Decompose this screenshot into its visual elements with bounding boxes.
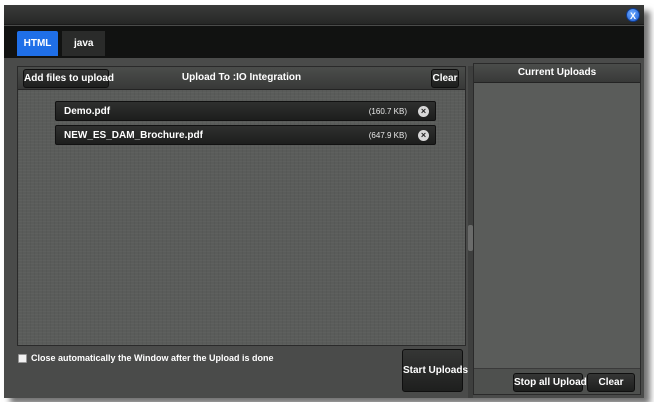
- current-uploads-title: Current Uploads: [517, 67, 597, 78]
- current-uploads-footer: Stop all Uploads Clear: [474, 368, 640, 394]
- close-icon[interactable]: X: [626, 8, 640, 22]
- title-bar: X: [4, 5, 644, 25]
- start-uploads-button[interactable]: Start Uploads: [402, 349, 468, 392]
- upload-panel-header: Upload To :IO Integration Add files to u…: [18, 67, 465, 90]
- file-size: (160.7 KB): [368, 107, 407, 116]
- auto-close-label: Close automatically the Window after the…: [31, 353, 274, 363]
- current-uploads-panel: Current Uploads Stop all Uploads Clear: [473, 63, 641, 395]
- file-size: (647.9 KB): [368, 131, 407, 140]
- add-files-button[interactable]: Add files to upload: [23, 69, 114, 88]
- file-name: Demo.pdf: [64, 106, 111, 117]
- auto-close-checkbox[interactable]: [18, 353, 27, 363]
- stop-all-uploads-button[interactable]: Stop all Uploads: [513, 373, 592, 392]
- file-name: NEW_ES_DAM_Brochure.pdf: [64, 130, 203, 141]
- tab-html[interactable]: HTML: [17, 31, 58, 56]
- file-list-item: Demo.pdf (160.7 KB) ×: [55, 101, 436, 121]
- clear-uploads-button[interactable]: Clear: [587, 373, 635, 392]
- upload-dialog-window: X HTML java Upload To :IO Integration Ad…: [4, 5, 644, 398]
- remove-file-icon[interactable]: ×: [418, 130, 429, 141]
- clear-files-button[interactable]: Clear: [431, 69, 459, 88]
- remove-file-icon[interactable]: ×: [418, 106, 429, 117]
- tab-java[interactable]: java: [62, 31, 106, 56]
- upload-panel: Upload To :IO Integration Add files to u…: [17, 66, 466, 346]
- current-uploads-header: Current Uploads: [474, 64, 640, 83]
- tab-bar: HTML java: [4, 26, 644, 58]
- auto-close-option[interactable]: Close automatically the Window after the…: [18, 352, 273, 364]
- file-list-item: NEW_ES_DAM_Brochure.pdf (647.9 KB) ×: [55, 125, 436, 145]
